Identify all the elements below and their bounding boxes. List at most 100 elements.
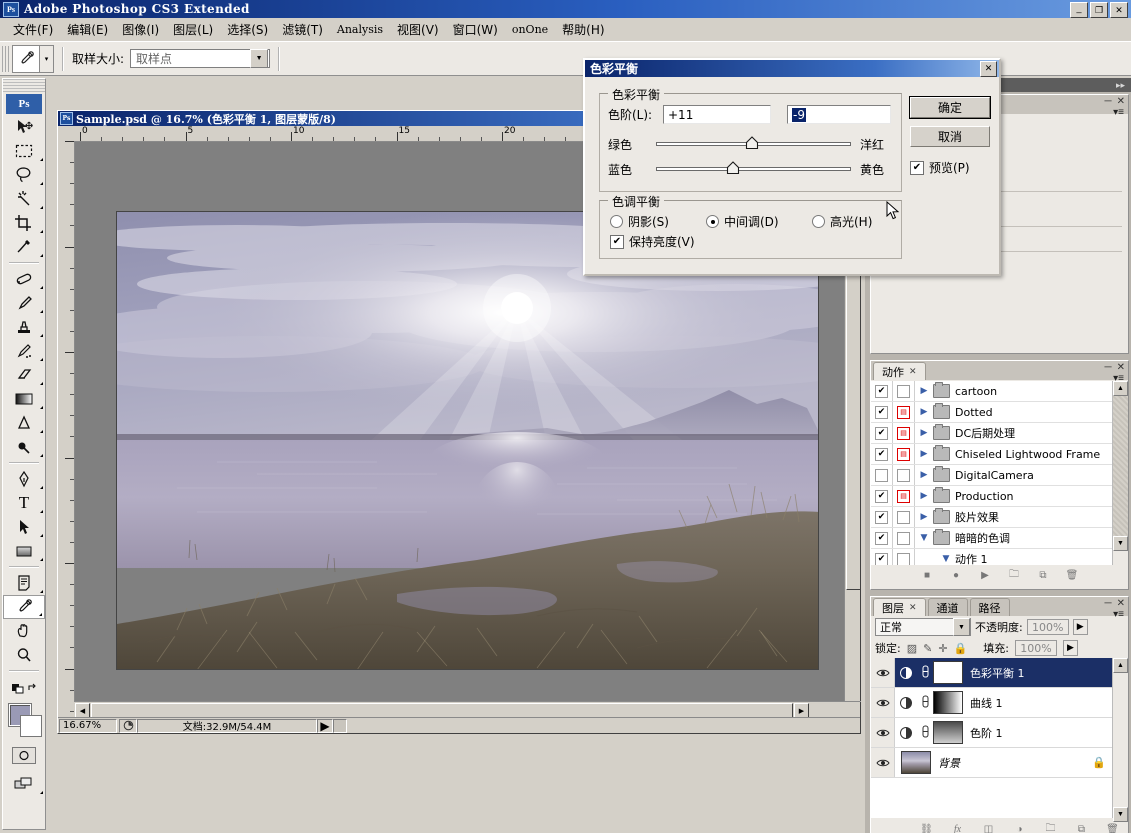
mask-icon[interactable]: ◫ (982, 823, 995, 833)
slider-2-track[interactable] (656, 167, 851, 171)
minimize-button[interactable]: _ (1070, 2, 1088, 18)
action-row[interactable]: ✔ ▼ 暗暗的色调 (871, 528, 1128, 549)
layer-row[interactable]: 背景 🔒 (871, 748, 1128, 778)
dodge-tool[interactable] (3, 435, 45, 459)
double-chevron-right-icon[interactable]: ▸▸ (1116, 80, 1125, 91)
eye-icon[interactable] (871, 658, 895, 687)
minimize-icon[interactable]: ─ (1105, 362, 1112, 373)
tool-preset-dropdown[interactable]: ▾ (40, 44, 54, 73)
action-dialog-toggle[interactable]: ▤ (893, 402, 915, 422)
menu-onone[interactable]: onOne (505, 21, 555, 38)
play-icon[interactable]: ▶ (979, 569, 992, 582)
menu-window[interactable]: 窗口(W) (446, 19, 505, 40)
magic-wand-tool[interactable] (3, 187, 45, 211)
zoom-tool[interactable] (3, 643, 45, 667)
delete-icon[interactable]: 🗑 (1106, 823, 1119, 833)
eye-icon[interactable] (871, 688, 895, 717)
color-swatches[interactable] (3, 702, 45, 744)
close-icon[interactable]: ✕ (909, 603, 917, 613)
radio-midtones-control[interactable] (706, 215, 719, 228)
hand-tool[interactable] (3, 619, 45, 643)
close-icon[interactable]: ✕ (1117, 598, 1125, 609)
action-toggle-checkbox[interactable] (871, 465, 893, 485)
link-icon[interactable]: ⛓ (920, 823, 933, 833)
actions-scrollbar[interactable]: ▲ ▼ (1112, 381, 1128, 565)
blur-tool[interactable] (3, 411, 45, 435)
action-row[interactable]: ✔ ▼ 动作 1 (871, 549, 1128, 565)
preview-control[interactable]: ✔ (910, 160, 924, 175)
action-row[interactable]: ✔ ▤ ▶ Production (871, 486, 1128, 507)
blend-mode-select[interactable]: 正常 ▼ (875, 618, 971, 636)
eraser-tool[interactable] (3, 363, 45, 387)
zoom-level-input[interactable]: 16.67% (59, 718, 117, 733)
chevron-right-icon[interactable]: ▶ (915, 512, 933, 522)
lasso-tool[interactable] (3, 163, 45, 187)
menu-image[interactable]: 图像(I) (115, 19, 166, 40)
new-set-icon[interactable]: 🗀 (1008, 569, 1021, 582)
chevron-right-icon[interactable]: ▶ (915, 449, 933, 459)
new-layer-icon[interactable]: ⧉ (1075, 823, 1088, 833)
menu-analysis[interactable]: Analysis (330, 21, 390, 38)
close-icon[interactable]: ✕ (909, 367, 917, 377)
lock-transparent-icon[interactable]: ▨ (907, 642, 917, 655)
clone-stamp-tool[interactable] (3, 315, 45, 339)
radio-midtones[interactable]: 中间调(D) (706, 213, 812, 230)
move-tool[interactable] (3, 115, 45, 139)
layer-row[interactable]: 色阶 1 (871, 718, 1128, 748)
preview-checkbox[interactable]: ✔ 预览(P) (910, 159, 970, 176)
ok-button[interactable]: 确定 (909, 96, 991, 119)
healing-brush-tool[interactable] (3, 267, 45, 291)
scroll-down-button[interactable]: ▼ (1113, 807, 1128, 822)
history-brush-tool[interactable] (3, 339, 45, 363)
delete-icon[interactable]: 🗑 (1066, 569, 1079, 582)
canvas-hscroll-thumb[interactable] (91, 703, 793, 718)
scroll-down-button[interactable]: ▼ (1113, 536, 1128, 551)
tab-layers[interactable]: 图层 ✕ (873, 598, 926, 616)
chevron-right-icon[interactable]: ▶ (915, 428, 933, 438)
menu-file[interactable]: 文件(F) (6, 19, 60, 40)
layer-row[interactable]: 曲线 1 (871, 688, 1128, 718)
fill-slider-arrow[interactable]: ▶ (1062, 640, 1078, 656)
action-row[interactable]: ✔ ▤ ▶ Dotted (871, 402, 1128, 423)
radio-highlights[interactable]: 高光(H) (812, 213, 872, 230)
marquee-tool[interactable] (3, 139, 45, 163)
chevron-down-icon[interactable]: ▼ (937, 554, 955, 564)
action-dialog-toggle[interactable] (893, 528, 915, 548)
close-icon[interactable]: ✕ (1117, 362, 1125, 373)
lock-all-icon[interactable]: 🔒 (954, 642, 968, 655)
menu-filter[interactable]: 滤镜(T) (275, 19, 330, 40)
action-dialog-toggle[interactable] (893, 381, 915, 401)
minimize-icon[interactable]: ─ (1105, 598, 1112, 609)
action-dialog-toggle[interactable] (893, 507, 915, 527)
canvas-horizontal-scrollbar[interactable]: ◀ ▶ (74, 701, 860, 718)
menu-edit[interactable]: 编辑(E) (60, 19, 115, 40)
action-toggle-checkbox[interactable]: ✔ (871, 507, 893, 527)
lock-image-icon[interactable]: ✎ (923, 642, 932, 655)
crop-tool[interactable] (3, 211, 45, 235)
slice-tool[interactable] (3, 235, 45, 259)
action-toggle-checkbox[interactable]: ✔ (871, 381, 893, 401)
status-resize-grip[interactable] (333, 718, 347, 733)
dialog-close-button[interactable]: ✕ (980, 61, 997, 77)
pen-tool[interactable] (3, 467, 45, 491)
minimize-icon[interactable]: ─ (1105, 96, 1112, 107)
action-toggle-checkbox[interactable]: ✔ (871, 486, 893, 506)
chevron-down-icon[interactable]: ▼ (953, 618, 970, 636)
close-button[interactable]: ✕ (1110, 2, 1128, 18)
eye-icon[interactable] (871, 748, 895, 777)
layer-link-icon[interactable] (917, 725, 933, 741)
stop-icon[interactable]: ■ (921, 569, 934, 582)
layers-list[interactable]: 色彩平衡 1 曲线 1 色阶 1 背景 🔒 ▲ ▼ (871, 658, 1128, 822)
actions-scroll-thumb[interactable] (1113, 396, 1128, 536)
action-dialog-toggle[interactable] (893, 465, 915, 485)
chevron-right-icon[interactable]: ▶ (915, 407, 933, 417)
group-icon[interactable]: 🗀 (1044, 823, 1057, 833)
menu-select[interactable]: 选择(S) (220, 19, 275, 40)
opacity-slider-arrow[interactable]: ▶ (1072, 619, 1088, 635)
action-toggle-checkbox[interactable]: ✔ (871, 402, 893, 422)
menu-help[interactable]: 帮助(H) (555, 19, 611, 40)
layer-thumbnail[interactable] (933, 721, 963, 744)
action-row[interactable]: ✔ ▶ cartoon (871, 381, 1128, 402)
opacity-input[interactable]: 100% (1026, 619, 1069, 635)
options-bar-grip[interactable] (2, 45, 9, 72)
